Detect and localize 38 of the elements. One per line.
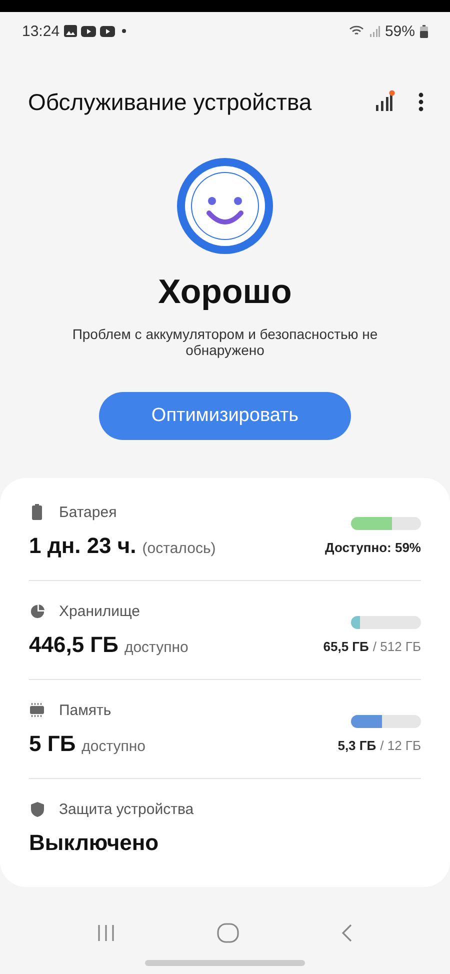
section-value: Выключено xyxy=(29,830,159,856)
battery-icon xyxy=(420,24,428,38)
usage-caption: 65,5 ГБ xyxy=(323,639,369,654)
status-time: 13:24 xyxy=(22,22,60,40)
wifi-icon xyxy=(348,25,365,37)
value-note: доступно xyxy=(82,738,146,755)
play-icon xyxy=(80,26,96,36)
home-icon[interactable] xyxy=(216,923,239,943)
status-headline: Хорошо xyxy=(158,273,292,312)
shield-icon xyxy=(30,802,44,816)
optimize-button[interactable]: Оптимизировать xyxy=(99,392,351,440)
usage-caption: Доступно: 59% xyxy=(325,540,421,555)
page-title: Обслуживание устройства xyxy=(28,88,312,116)
recent-apps-icon[interactable] xyxy=(96,924,116,942)
more-options-icon[interactable] xyxy=(418,92,424,112)
value-note: (осталось) xyxy=(142,540,216,557)
section-label: Батарея xyxy=(59,504,117,520)
battery-icon xyxy=(31,504,43,520)
usage-total: / 512 ГБ xyxy=(372,639,421,654)
section-value: 446,5 ГБ xyxy=(29,632,118,658)
usage-total: / 12 ГБ xyxy=(380,738,421,753)
section-value: 1 дн. 23 ч. xyxy=(29,533,136,559)
signal-icon xyxy=(370,26,380,36)
section-label: Защита устройства xyxy=(59,800,194,818)
usage-caption: 5,3 ГБ xyxy=(338,738,376,753)
smiley-icon xyxy=(176,157,274,255)
section-value: 5 ГБ xyxy=(29,731,76,757)
pie-chart-icon xyxy=(30,604,44,618)
value-note: доступно xyxy=(124,639,188,656)
image-icon xyxy=(64,25,77,37)
battery-percent: 59% xyxy=(384,22,415,40)
chip-icon xyxy=(30,703,44,717)
play-icon xyxy=(100,26,115,36)
bar-chart-icon[interactable] xyxy=(374,90,396,114)
section-label: Память xyxy=(59,702,112,718)
section-label: Хранилище xyxy=(59,602,140,620)
status-message: Проблем с аккумулятором и безопасностью не обнаружено xyxy=(71,326,379,358)
back-icon[interactable] xyxy=(340,923,354,943)
